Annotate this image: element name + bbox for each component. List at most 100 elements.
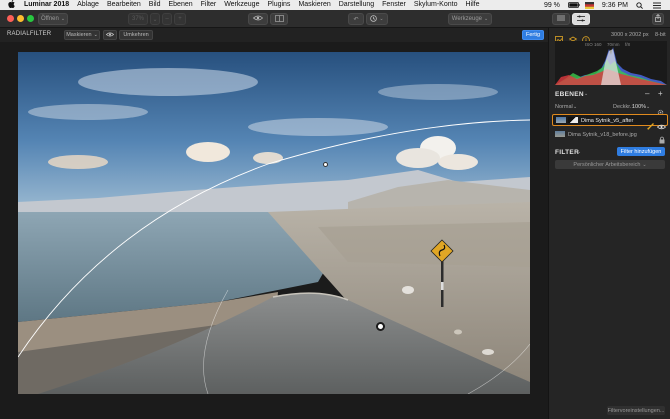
image-size-text: 3000 x 2002 px xyxy=(611,32,649,38)
open-label: Öffnen xyxy=(40,16,59,22)
filters-panel-toggle[interactable] xyxy=(572,13,590,25)
photo-preview[interactable] xyxy=(18,52,530,394)
image-canvas[interactable] xyxy=(0,42,548,419)
app-menu[interactable]: Luminar 2018 xyxy=(24,0,69,10)
workspace-label: Persönlicher Arbeitsbereich xyxy=(573,161,641,168)
eye-icon xyxy=(105,32,115,39)
layer-name: Dima Sytnik_v5_after xyxy=(581,118,634,124)
layer-settings-gear-icon[interactable] xyxy=(657,103,665,116)
apple-menu-icon[interactable] xyxy=(8,0,18,10)
chevron-down-icon: ⌄ xyxy=(152,16,158,23)
menu-list-icon[interactable] xyxy=(653,2,662,9)
lock-icon xyxy=(659,131,667,144)
menu-plugins[interactable]: Plugins xyxy=(267,0,290,10)
histogram-graph xyxy=(555,47,667,85)
chevron-down-icon: ⌄ xyxy=(379,16,384,22)
zoom-value-field[interactable]: 37% xyxy=(128,13,148,25)
share-button[interactable] xyxy=(652,13,664,25)
radial-center-handle[interactable] xyxy=(376,322,385,331)
battery-percent: 99 % xyxy=(543,1,560,9)
right-sidebar: 3000 x 2002 px 8-bit ISO 160 70mm f/8 EB… xyxy=(548,28,670,419)
menu-ablage[interactable]: Ablage xyxy=(77,0,99,10)
zoom-out-button[interactable]: – xyxy=(162,13,172,25)
blend-mode-dropdown[interactable]: Normal xyxy=(555,104,573,110)
layers-stack-icon[interactable] xyxy=(568,31,578,44)
add-layer-icon[interactable]: + xyxy=(658,89,663,98)
panel-list-icon xyxy=(557,15,565,23)
zoom-window-button[interactable] xyxy=(27,15,34,22)
radial-filter-title: RADIALFILTER xyxy=(7,31,52,37)
chevron-down-icon: ⌄ xyxy=(60,16,66,22)
spotlight-search-icon[interactable] xyxy=(636,1,645,9)
compare-view-button[interactable] xyxy=(248,13,268,25)
radial-edge-handle[interactable] xyxy=(323,162,328,167)
zoom-value: 37% xyxy=(131,16,144,22)
plus-icon: + xyxy=(178,16,182,22)
mask-visibility-toggle[interactable] xyxy=(103,30,117,40)
mask-dropdown[interactable]: Maskieren ⌄ xyxy=(64,30,100,40)
tools-dropdown[interactable]: Werkzeuge ⌄ xyxy=(448,13,492,25)
menu-maskieren[interactable]: Maskieren xyxy=(298,0,330,10)
menu-fenster[interactable]: Fenster xyxy=(382,0,406,10)
histogram-image-icon[interactable] xyxy=(555,31,563,44)
layers-section-title[interactable]: EBENEN xyxy=(555,91,584,98)
battery-icon[interactable] xyxy=(568,1,580,9)
add-filter-label: Filter hinzufügen xyxy=(620,148,662,155)
zoom-dropdown-button[interactable]: ⌄ xyxy=(150,13,160,25)
menu-werkzeuge[interactable]: Werkzeuge xyxy=(224,0,259,10)
menu-skylum-konto[interactable]: Skylum-Konto xyxy=(414,0,458,10)
chevron-down-icon: ⌄ xyxy=(642,161,647,168)
layer-row-base[interactable]: Dima Sytnik_v18_before.jpg xyxy=(552,129,668,144)
clock-icon xyxy=(370,14,378,24)
landscape-photo xyxy=(18,52,530,394)
zoom-in-button[interactable]: + xyxy=(174,13,186,25)
open-dropdown[interactable]: Öffnen ⌄ xyxy=(38,13,68,25)
layer-thumbnail xyxy=(556,117,566,123)
layer-row-selected[interactable]: Dima Sytnik_v5_after xyxy=(552,114,668,130)
menu-hilfe[interactable]: Hilfe xyxy=(465,0,479,10)
main-toolbar: Öffnen ⌄ 37% ⌄ – + ↶ ⌄ Werkzeuge ⌄ xyxy=(0,10,670,28)
done-button[interactable]: Fertig xyxy=(522,30,544,40)
chevron-down-icon[interactable]: ⌄ xyxy=(577,149,581,155)
brush-icon[interactable] xyxy=(647,117,655,130)
clock-time[interactable]: 9:36 PM xyxy=(602,2,628,9)
split-view-button[interactable] xyxy=(270,13,288,25)
filter-presets-button[interactable]: Filtervoreinstellungen... xyxy=(607,406,665,415)
menu-ebenen[interactable]: Ebenen xyxy=(168,0,192,10)
info-icon[interactable] xyxy=(582,31,590,44)
eye-icon xyxy=(252,15,264,23)
workspace-dropdown[interactable]: Persönlicher Arbeitsbereich ⌄ xyxy=(555,160,665,169)
layer-mask-thumbnail[interactable] xyxy=(568,117,578,123)
invert-label: Umkehren xyxy=(123,32,149,38)
minus-icon: – xyxy=(165,16,169,22)
chevron-down-icon: ⌄ xyxy=(646,104,651,110)
add-filter-button[interactable]: Filter hinzufügen xyxy=(617,147,665,156)
sliders-icon xyxy=(577,15,585,24)
remove-layer-icon[interactable]: – xyxy=(645,89,649,98)
mask-dropdown-label: Maskieren xyxy=(66,32,92,38)
bit-depth-text: 8-bit xyxy=(655,32,666,38)
histogram: ISO 160 70mm f/8 xyxy=(555,41,667,85)
layers-panel-toggle[interactable] xyxy=(552,13,570,25)
undo-icon: ↶ xyxy=(353,16,359,23)
minimize-window-button[interactable] xyxy=(17,15,24,22)
chevron-down-icon[interactable]: ⌄ xyxy=(584,91,588,97)
menu-bild[interactable]: Bild xyxy=(149,0,161,10)
split-view-icon xyxy=(274,14,284,24)
close-window-button[interactable] xyxy=(7,15,14,22)
status-area: 99 % 9:36 PM xyxy=(544,0,662,10)
filter-presets-label: Filtervoreinstellungen... xyxy=(607,407,665,414)
invert-button[interactable]: Umkehren xyxy=(119,30,153,40)
layer-visibility-eye-icon[interactable] xyxy=(656,117,667,130)
menu-bearbeiten[interactable]: Bearbeiten xyxy=(107,0,141,10)
opacity-label: Deckkr.: xyxy=(613,104,633,110)
history-button[interactable]: ⌄ xyxy=(366,13,388,25)
menu-filter[interactable]: Filter xyxy=(201,0,217,10)
done-label: Fertig xyxy=(525,32,541,38)
flag-icon[interactable] xyxy=(584,1,594,9)
menu-darstellung[interactable]: Darstellung xyxy=(339,0,374,10)
filter-section-title[interactable]: FILTER xyxy=(555,149,579,156)
opacity-value[interactable]: 100% xyxy=(632,104,646,110)
chevron-down-icon: ⌄ xyxy=(573,104,578,110)
undo-button[interactable]: ↶ xyxy=(348,13,364,25)
